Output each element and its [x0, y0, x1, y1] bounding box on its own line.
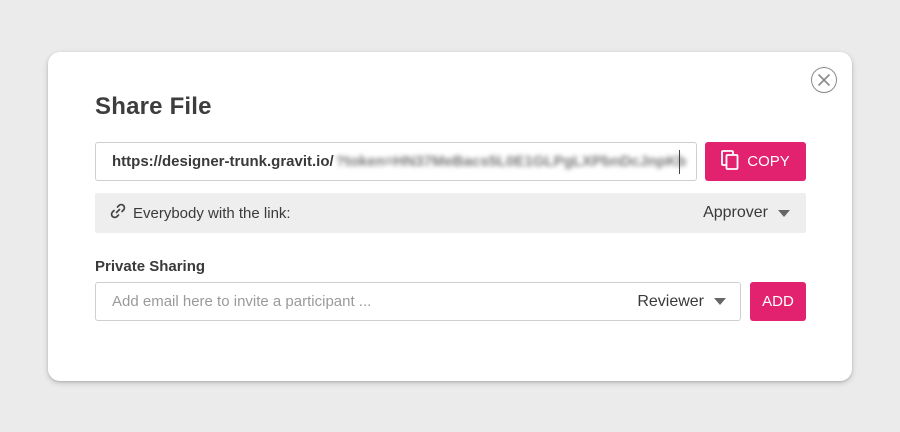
link-role-dropdown[interactable]: Approver	[703, 204, 790, 222]
dialog-title: Share File	[95, 93, 212, 120]
link-icon	[109, 202, 127, 224]
share-url-text: https://designer-trunk.gravit.io/	[112, 153, 334, 170]
link-role-value: Approver	[703, 204, 768, 221]
private-sharing-heading: Private Sharing	[95, 258, 206, 275]
share-url-field[interactable]: https://designer-trunk.gravit.io/ ?token…	[95, 142, 697, 181]
share-url-token: ?token=HN37MeBacs5L0E1GLPgLXPbnDcJnpKb	[335, 153, 687, 170]
link-access-row: Everybody with the link: Approver	[95, 193, 806, 233]
invite-email-field: Reviewer	[95, 282, 741, 321]
chevron-down-icon	[714, 298, 726, 305]
invite-role-value: Reviewer	[637, 292, 704, 310]
invite-role-dropdown[interactable]: Reviewer	[637, 293, 726, 311]
copy-button[interactable]: COPY	[705, 142, 806, 181]
add-button[interactable]: ADD	[750, 282, 806, 321]
copy-button-label: COPY	[747, 153, 790, 170]
chevron-down-icon	[778, 209, 790, 217]
close-icon[interactable]	[811, 67, 837, 93]
invite-email-input[interactable]	[112, 293, 638, 310]
copy-icon	[721, 149, 739, 174]
text-cursor	[679, 150, 680, 174]
link-access-label: Everybody with the link:	[133, 204, 291, 222]
share-dialog: Share File https://designer-trunk.gravit…	[48, 52, 852, 381]
